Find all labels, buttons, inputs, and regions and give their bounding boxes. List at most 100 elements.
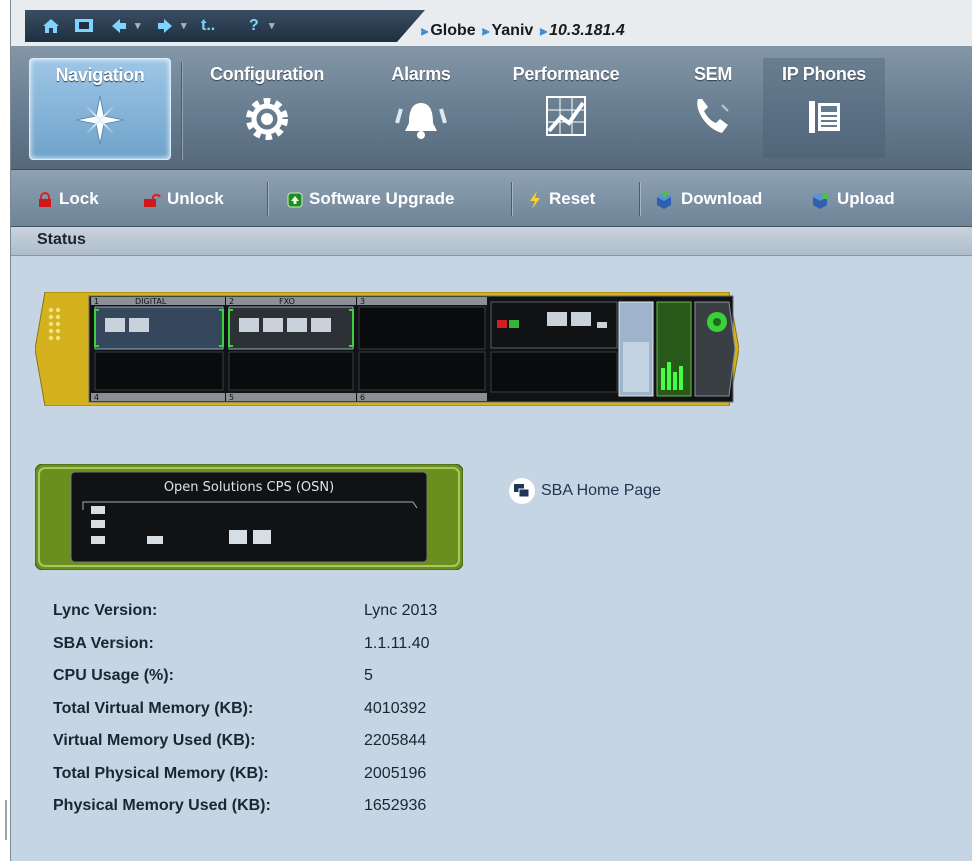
download-label: Download [681,189,763,208]
lightning-icon [530,190,540,209]
tab-ip-phones-label: IP Phones [782,64,866,84]
tab-performance[interactable]: Performance [491,58,641,158]
slot-2-number: 2 [229,297,234,306]
unlock-button[interactable]: Unlock [143,188,224,210]
toolbar-separator [267,182,269,216]
action-toolbar: Lock Unlock Software Upgrade Reset Downl… [11,170,972,227]
download-icon [657,190,671,209]
tab-alarms-label: Alarms [391,64,451,84]
app-window: ▾ ▾ t.. ? ▾ ⫸ Globe ⫸ Yaniv ⫸ 10.3.181.4 Na… [10,0,972,861]
info-value: 4010392 [364,699,427,717]
info-value: 5 [364,667,373,684]
device-chassis: 1 DIGITAL 2 FXO 3 4 5 6 [35,292,739,406]
chart-icon [546,96,586,136]
slot-5-empty[interactable] [228,351,354,391]
upload-button[interactable]: Upload [809,188,895,210]
info-label: Lync Version: [53,602,158,619]
forward-dropdown-icon[interactable]: ▾ [181,16,187,36]
address-bar: ▾ ▾ t.. ? ▾ ⫸ Globe ⫸ Yaniv ⫸ 10.3.181.4 [11,0,972,47]
breadcrumb-arrow-icon: ⫸ [482,23,490,38]
breadcrumb-item-yaniv[interactable]: Yaniv [491,22,533,39]
port-icon [91,506,105,514]
home-icon[interactable] [41,16,61,36]
port-icon [253,530,271,544]
reset-label: Reset [549,189,596,208]
tab-configuration[interactable]: Configuration [197,58,337,158]
info-label: SBA Version: [53,634,154,652]
upload-icon [813,190,829,209]
sba-home-page-label: SBA Home Page [541,482,662,500]
lock-icon [39,191,51,207]
lock-label: Lock [59,189,99,208]
port-icon [547,312,567,326]
screen-icon[interactable] [73,16,95,36]
back-dropdown-icon[interactable]: ▾ [135,16,141,36]
info-value: 2205844 [364,732,427,749]
info-label: Total Virtual Memory (KB): [53,699,254,717]
port-icon [91,536,105,544]
osn-module[interactable]: Open Solutions CPS (OSN) [35,464,463,570]
back-icon[interactable] [109,16,129,36]
info-label: CPU Usage (%): [53,667,174,684]
bell-icon [395,103,447,139]
help-icon[interactable]: ? [249,16,259,36]
port-icon [147,536,163,544]
info-value: 2005196 [364,764,427,782]
slot-4-empty[interactable] [94,351,224,391]
upload-label: Upload [837,189,895,208]
info-value: 1652936 [364,797,427,814]
windows-icon [509,478,535,504]
port-icon [311,318,331,332]
lock-button[interactable]: Lock [37,188,99,210]
tab-navigation[interactable]: Navigation [29,58,171,160]
breadcrumb-item-globe[interactable]: Globe [430,22,475,39]
port-icon [91,520,105,528]
breadcrumb-arrow-icon: ⫸ [421,23,429,38]
slot-3-number: 3 [360,297,365,306]
main-nav: Navigation Configuration Alarms Performa… [11,46,972,170]
tab-sem-label: SEM [693,64,733,84]
slot-6-empty[interactable] [358,351,486,391]
upgrade-icon [287,192,303,208]
slot-6-number: 6 [360,393,365,402]
tab-alarms[interactable]: Alarms [365,58,477,158]
forward-icon[interactable] [155,16,175,36]
software-upgrade-button[interactable]: Software Upgrade [287,188,454,210]
port-icon [229,530,247,544]
gear-icon [246,98,288,140]
slot-5-number: 5 [229,393,234,402]
slot-4-number: 4 [94,393,99,402]
tab-navigation-label: Navigation [55,65,145,85]
download-button[interactable]: Download [653,188,762,210]
info-value: Lync 2013 [364,602,438,619]
info-label: Virtual Memory Used (KB): [53,732,256,749]
toolbar-separator [639,182,641,216]
status-title: Status [37,231,86,248]
help-dropdown-icon[interactable]: ▾ [269,16,275,36]
sba-home-page-link[interactable]: SBA Home Page [509,478,662,504]
tab-ip-phones[interactable]: IP Phones [763,58,885,158]
slot-1-number: 1 [94,297,99,306]
slot-2-label: FXO [279,297,295,306]
info-label: Physical Memory Used (KB): [53,797,271,814]
port-icon [105,318,125,332]
compass-icon [75,95,125,145]
tab-sem[interactable]: SEM [665,58,761,158]
up-icon[interactable]: t.. [201,16,215,36]
port-icon [263,318,283,332]
breadcrumb: ⫸ Globe ⫸ Yaniv ⫸ 10.3.181.4 [419,22,625,40]
breadcrumb-arrow-icon: ⫸ [539,23,548,38]
tab-performance-label: Performance [512,64,620,84]
breadcrumb-ip[interactable]: 10.3.181.4 [549,22,625,39]
nav-separator [181,62,183,160]
slot-3-empty[interactable] [358,306,486,350]
resize-grip[interactable] [5,800,7,840]
status-header: Status [11,227,972,256]
info-label: Total Physical Memory (KB): [53,764,269,782]
port-icon [571,312,591,326]
reset-button[interactable]: Reset [527,188,595,210]
info-value: 1.1.11.40 [364,634,430,652]
phone-handset-icon [697,99,729,133]
desk-phone-icon [809,101,840,133]
toolbar-separator [511,182,513,216]
